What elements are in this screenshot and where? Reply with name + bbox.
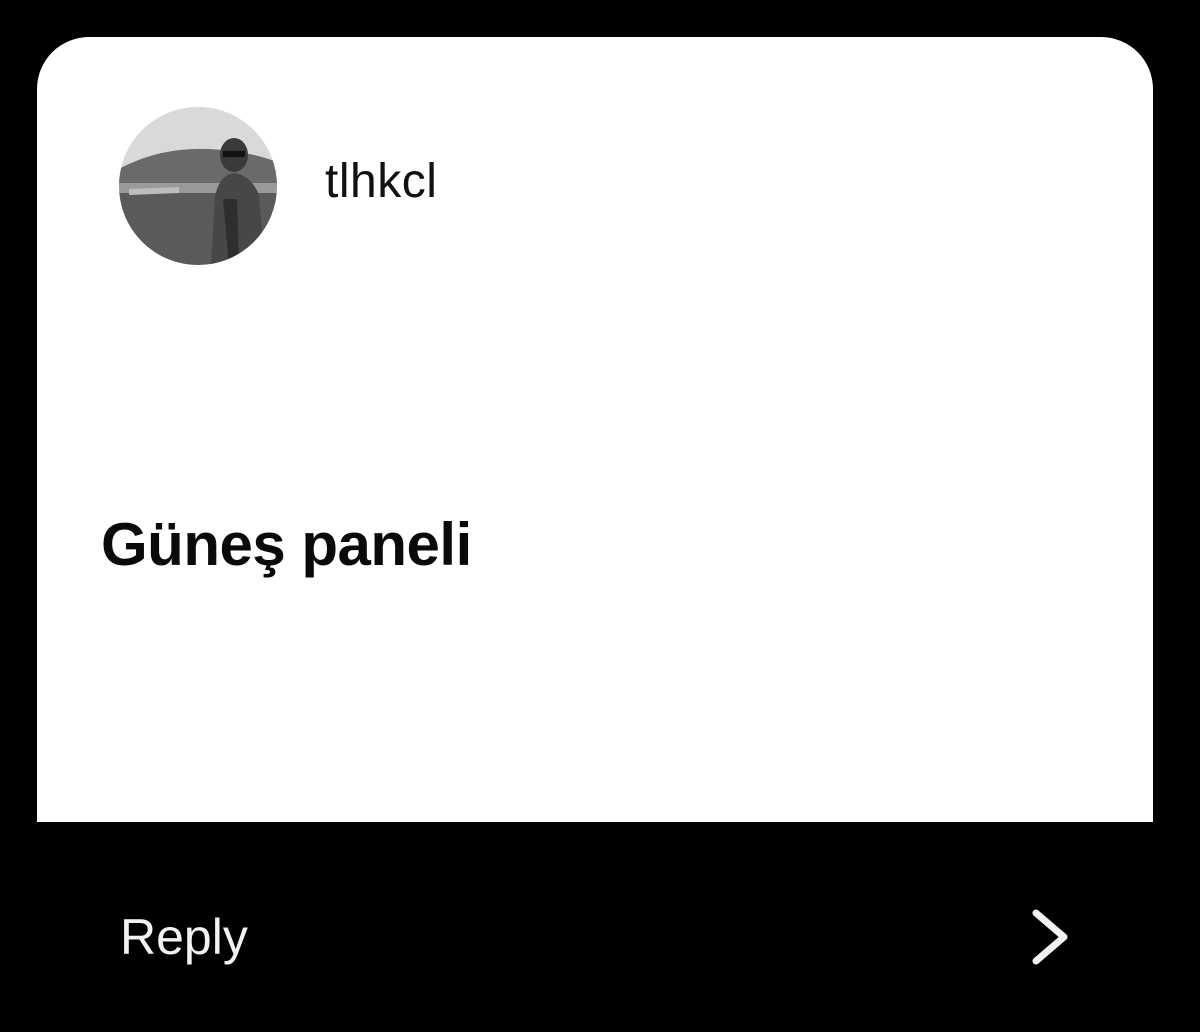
chevron-right-icon[interactable]	[1026, 907, 1074, 967]
profile-photo	[119, 107, 277, 265]
avatar[interactable]	[119, 107, 277, 265]
reply-label[interactable]: Reply	[120, 912, 248, 962]
username[interactable]: tlhkcl	[325, 158, 437, 206]
message-card: tlhkcl Güneş paneli	[37, 37, 1153, 822]
profile-header: tlhkcl	[119, 107, 437, 265]
reply-bar[interactable]: Reply	[0, 822, 1200, 1032]
message-text: Güneş paneli	[101, 511, 472, 578]
